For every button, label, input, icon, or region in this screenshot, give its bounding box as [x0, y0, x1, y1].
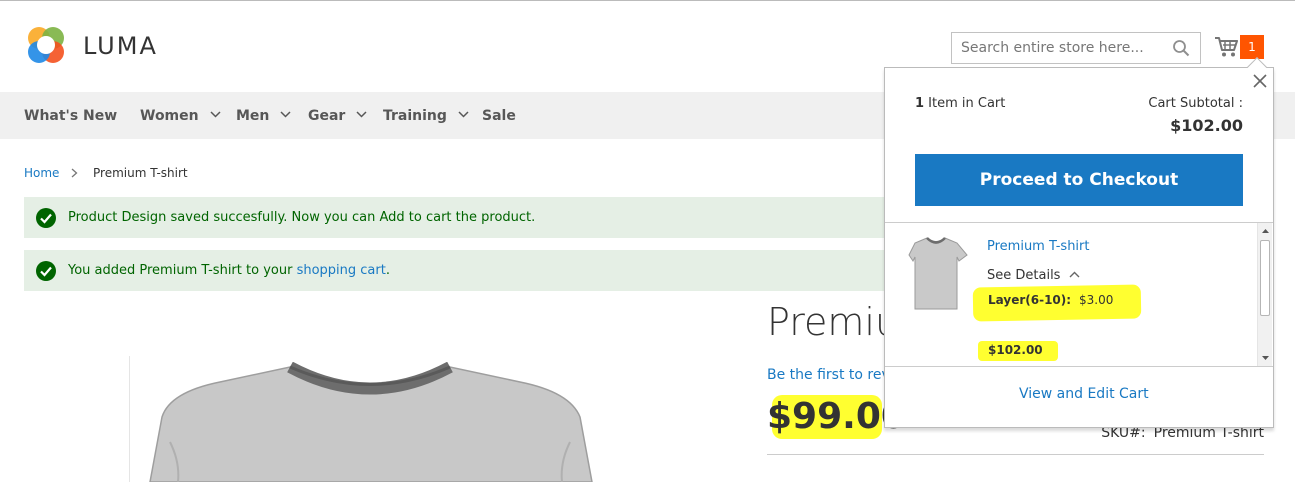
chevron-up-icon — [1069, 271, 1080, 278]
scroll-down-arrow-icon[interactable] — [1258, 353, 1273, 363]
check-circle-icon — [36, 261, 56, 281]
cart-item-thumbnail[interactable] — [901, 233, 971, 315]
item-count-number: 1 — [915, 96, 925, 111]
scrollbar-thumb[interactable] — [1260, 240, 1270, 316]
product-divider — [767, 454, 1264, 455]
breadcrumb-current: Premium T-shirt — [93, 166, 188, 180]
chevron-down-icon — [280, 111, 291, 118]
nav-item-training[interactable]: Training — [383, 108, 469, 124]
nav-item-men[interactable]: Men — [236, 108, 291, 124]
see-details-toggle[interactable]: See Details — [987, 268, 1080, 283]
cart-count-badge[interactable]: 1 — [1240, 35, 1264, 59]
add-review-link[interactable]: Be the first to revi — [767, 367, 894, 383]
nav-item-label: Women — [140, 108, 199, 124]
nav-item-gear[interactable]: Gear — [308, 108, 367, 124]
search-icon[interactable] — [1172, 39, 1190, 57]
product-title: Premiu — [767, 300, 900, 344]
item-count-text: Item in Cart — [924, 96, 1006, 111]
message-text: Product Design saved succesfully. Now yo… — [68, 210, 536, 225]
gallery-border — [129, 356, 130, 482]
luma-logo-icon[interactable] — [24, 23, 68, 67]
cart-item-name-link[interactable]: Premium T-shirt — [987, 239, 1089, 254]
nav-item-sale[interactable]: Sale — [482, 108, 516, 124]
cart-subtotal-label: Cart Subtotal : — [1148, 96, 1243, 111]
logo-text[interactable]: LUMA — [83, 32, 158, 60]
nav-item-label: What's New — [24, 108, 118, 124]
nav-item-women[interactable]: Women — [140, 108, 221, 124]
nav-item-label: Men — [236, 108, 270, 124]
view-and-edit-cart-link[interactable]: View and Edit Cart — [1019, 386, 1149, 402]
minicart-scrollbar[interactable] — [1257, 223, 1272, 366]
nav-item-label: Training — [383, 108, 447, 124]
nav-item-label: Gear — [308, 108, 346, 124]
message-text-after: . — [385, 263, 390, 278]
item-option-label: Layer(6-10): — [988, 293, 1072, 307]
cart-subtotal-value: $102.00 — [1170, 116, 1243, 135]
cart-item-price: $102.00 — [988, 343, 1043, 357]
chevron-down-icon — [209, 111, 221, 118]
cart-icon[interactable] — [1214, 36, 1238, 58]
breadcrumb-home-link[interactable]: Home — [24, 166, 59, 180]
search-box[interactable] — [951, 32, 1201, 64]
see-details-label: See Details — [987, 268, 1061, 283]
check-circle-icon — [36, 208, 56, 228]
scroll-up-arrow-icon[interactable] — [1258, 226, 1273, 236]
close-icon[interactable] — [1252, 73, 1268, 89]
search-input[interactable] — [952, 33, 1167, 63]
chevron-right-icon — [71, 168, 78, 178]
chevron-down-icon — [458, 111, 469, 118]
proceed-to-checkout-button[interactable]: Proceed to Checkout — [915, 154, 1243, 206]
nav-item-label: Sale — [482, 108, 516, 124]
success-message: You added Premium T-shirt to your shoppi… — [24, 250, 924, 291]
top-border — [0, 0, 1295, 1]
minicart-item-count: 1 Item in Cart — [915, 96, 1005, 111]
item-option-value: $3.00 — [1079, 293, 1114, 307]
chevron-down-icon — [356, 111, 367, 118]
message-text-before: You added Premium T-shirt to your — [68, 263, 297, 278]
product-image-tshirt — [149, 362, 593, 482]
nav-item-whats-new[interactable]: What's New — [24, 108, 117, 124]
shopping-cart-link[interactable]: shopping cart — [297, 263, 386, 278]
success-message: Product Design saved succesfully. Now yo… — [24, 197, 924, 238]
message-text: You added Premium T-shirt to your shoppi… — [68, 263, 390, 278]
